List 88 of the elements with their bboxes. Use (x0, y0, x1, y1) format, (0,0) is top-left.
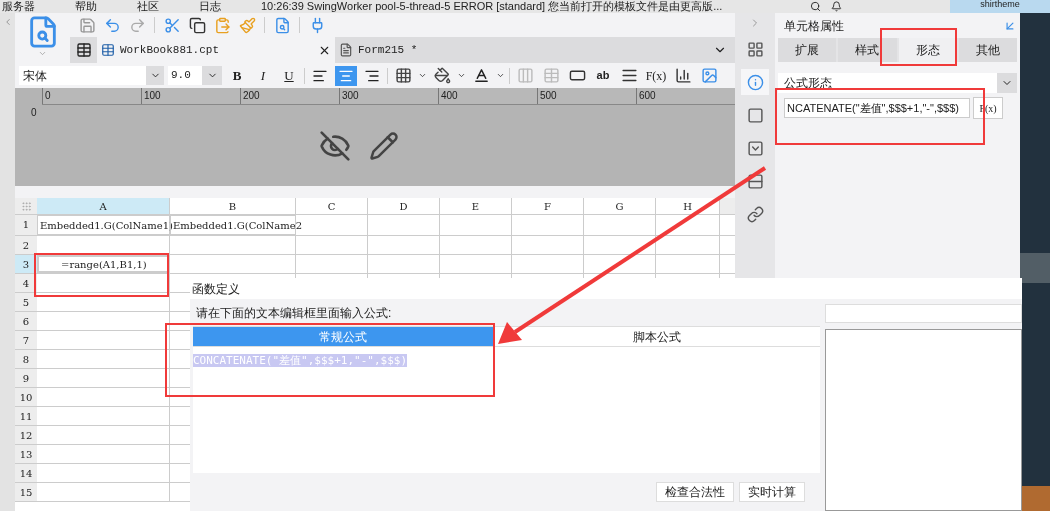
caret-icon[interactable] (418, 71, 427, 80)
panel-tab[interactable]: 其他 (958, 38, 1017, 62)
font-select[interactable]: 宋体 (19, 66, 164, 85)
column-header[interactable]: F (512, 198, 584, 214)
table-icon (101, 43, 115, 57)
panel-tab[interactable]: 样式 (838, 38, 897, 62)
redo-icon (128, 16, 146, 34)
paragraph-icon (620, 67, 638, 84)
eye-off-icon[interactable] (318, 129, 351, 162)
ruler-label: 200 (240, 88, 339, 104)
dialog-title: 函数定义 (192, 280, 240, 298)
row-header[interactable]: 10 (15, 388, 37, 406)
ruler-label: 0 (42, 88, 141, 104)
row-header[interactable]: 3 (15, 255, 37, 273)
text-style-button[interactable]: I (252, 65, 274, 86)
fill-color-icon (433, 67, 451, 84)
menu-item[interactable]: 服务器 (2, 1, 35, 12)
row-header[interactable]: 12 (15, 426, 37, 444)
background-block (1020, 253, 1050, 283)
caret-icon[interactable] (457, 71, 466, 80)
row-header[interactable]: 13 (15, 445, 37, 463)
merge-icon (516, 67, 534, 84)
row-header[interactable]: 11 (15, 407, 37, 425)
row-header[interactable]: 1 (15, 215, 37, 235)
formula-button[interactable]: F(x) (644, 66, 668, 85)
panel-tab[interactable]: 扩展 (778, 38, 837, 62)
copy-icon (188, 16, 206, 34)
pencil-icon[interactable] (368, 130, 399, 161)
menu-item[interactable]: 帮助 (75, 1, 97, 12)
table-icon (75, 42, 92, 58)
dialog-button[interactable]: 检查合法性 (656, 482, 734, 502)
row-header[interactable]: 4 (15, 274, 37, 292)
caret-icon[interactable] (496, 71, 505, 80)
menu-item[interactable]: 社区 (137, 1, 159, 12)
row-header[interactable]: 14 (15, 464, 37, 482)
column-header[interactable]: G (584, 198, 656, 214)
column-header[interactable]: D (368, 198, 440, 214)
log-label: 日志 (199, 1, 221, 12)
cell-text: Embedded1.G(ColName1) (39, 218, 174, 233)
column-header[interactable]: E (440, 198, 512, 214)
row-header[interactable]: 2 (15, 236, 37, 254)
ruler-label: 100 (141, 88, 240, 104)
row-header[interactable]: 9 (15, 369, 37, 387)
border-icon (394, 67, 412, 84)
text-style-button[interactable]: B (226, 65, 248, 86)
ruler-label: 0 (30, 106, 38, 120)
row-header[interactable]: 15 (15, 483, 37, 501)
row-header[interactable]: 6 (15, 312, 37, 330)
bell-icon[interactable] (831, 1, 842, 12)
document-tab[interactable]: WorkBook881.cpt (97, 37, 335, 63)
cell-text: Embedded1.G(ColName2 (173, 218, 303, 233)
image-icon (700, 67, 718, 84)
row-header[interactable]: 8 (15, 350, 37, 368)
background-block (1020, 486, 1050, 511)
grid-icon (542, 67, 560, 84)
text-style-button[interactable]: U (278, 65, 300, 86)
paste-icon (213, 16, 231, 34)
document-tab[interactable]: Form215 * (335, 37, 535, 63)
row-header[interactable]: 7 (15, 331, 37, 349)
cell-text: =range(A1,B1,1) (60, 257, 148, 272)
save-icon (78, 16, 96, 34)
search-field[interactable] (825, 304, 1022, 323)
log-message: 10:26:39 SwingWorker pool-5-thread-5 ERROR [standard] 您当前打开的模板文件是由更高版... (261, 1, 723, 12)
dialog-button[interactable]: 实时计算 (739, 482, 805, 502)
panel-tab[interactable]: 形态 (898, 38, 957, 62)
undo-icon (103, 16, 121, 34)
user-name[interactable]: shirtheme (950, 0, 1050, 13)
size-select[interactable]: 9.0 (168, 66, 222, 85)
panel-title: 单元格属性 (784, 17, 844, 35)
ruler-label: 400 (438, 88, 537, 104)
ruler-label: 500 (537, 88, 636, 104)
row-header[interactable]: 5 (15, 293, 37, 311)
formula-field[interactable]: NCATENATE("差值",$$$+1,"-",$$$) (784, 98, 970, 118)
search-icon[interactable] (810, 1, 821, 12)
form-icon (339, 43, 353, 57)
dialog-prompt: 请在下面的文本编辑框里面输入公式: (195, 305, 393, 322)
format-brush-icon (238, 16, 256, 34)
column-header[interactable]: B (170, 198, 296, 214)
text-button[interactable]: ab (592, 67, 614, 84)
info-icon[interactable] (741, 69, 769, 95)
column-header[interactable]: C (296, 198, 368, 214)
form-select[interactable]: 公式形态 (778, 73, 1017, 93)
column-header[interactable]: A (37, 198, 170, 214)
chart-icon (674, 67, 692, 84)
font-color-icon (472, 67, 490, 84)
cut-icon (163, 16, 181, 34)
find-icon (273, 16, 291, 34)
ruler-label: 300 (339, 88, 438, 104)
